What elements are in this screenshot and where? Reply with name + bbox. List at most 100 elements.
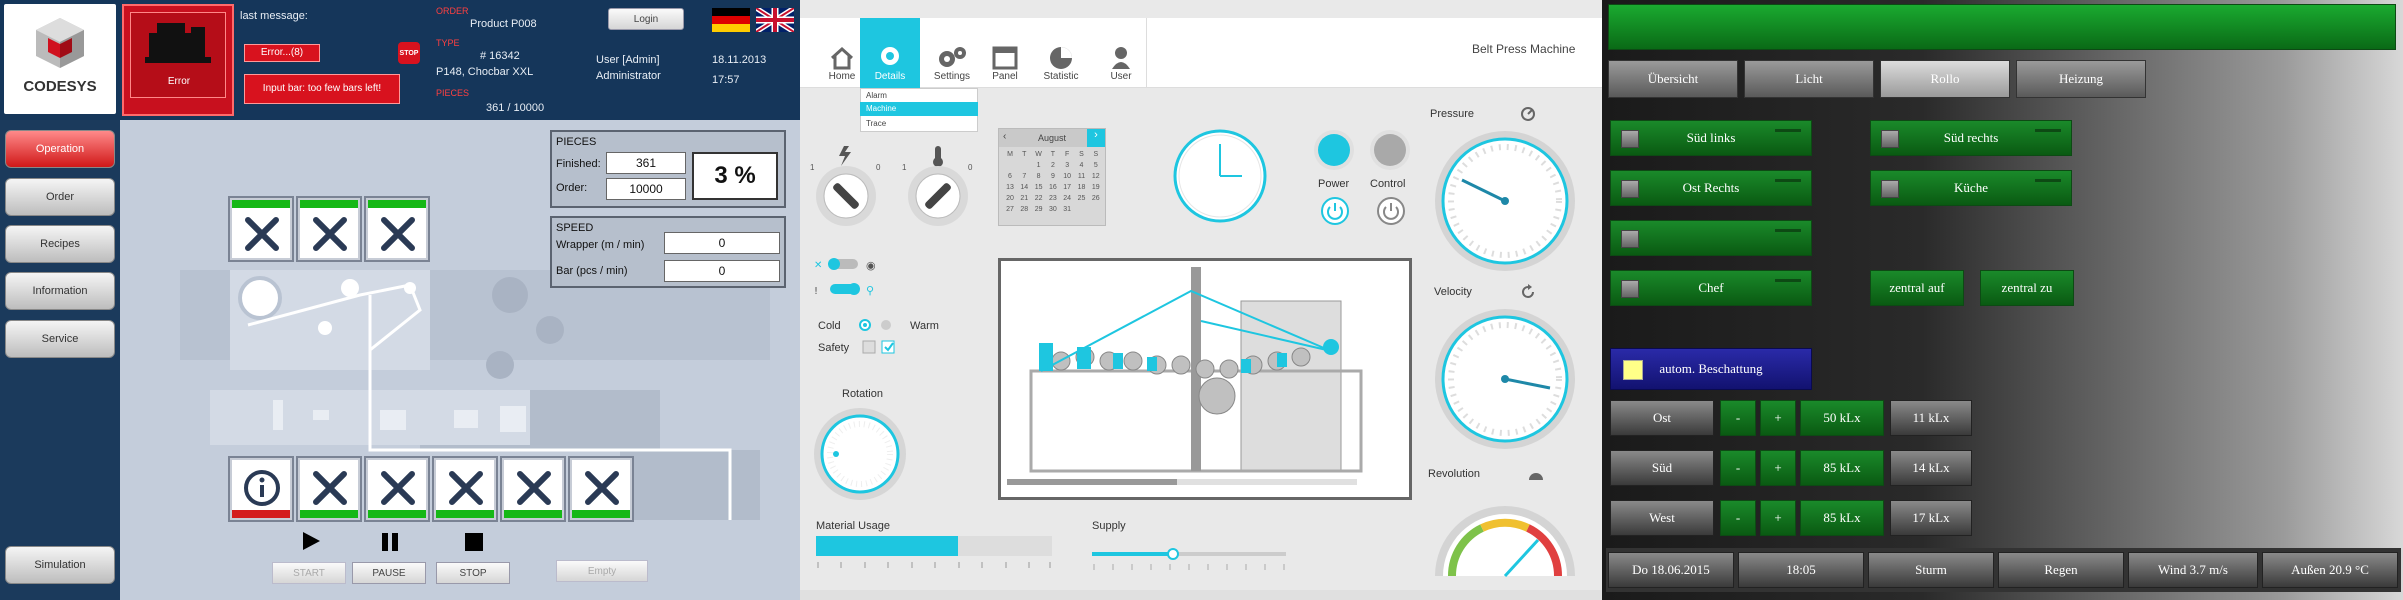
nav-panel[interactable]: Panel bbox=[975, 18, 1035, 88]
calendar-day[interactable]: 12 bbox=[1089, 173, 1103, 180]
dropdown-item-alarm[interactable]: Alarm bbox=[866, 89, 887, 103]
rollo-sued-links[interactable]: Süd links bbox=[1610, 120, 1812, 156]
stop-sign-icon[interactable]: STOP bbox=[398, 42, 420, 64]
calendar-day[interactable]: 3 bbox=[1060, 162, 1074, 169]
tool-button-1[interactable] bbox=[228, 196, 294, 262]
calendar-day[interactable]: 18 bbox=[1075, 184, 1089, 191]
calendar-day[interactable]: 17 bbox=[1060, 184, 1074, 191]
calendar-day[interactable]: 8 bbox=[1032, 173, 1046, 180]
clock-icon bbox=[1173, 129, 1267, 223]
stop-icon[interactable] bbox=[464, 532, 484, 552]
calendar-day[interactable]: 26 bbox=[1089, 195, 1103, 202]
sidebar-item-information[interactable]: Information bbox=[5, 272, 115, 310]
tab-uebersicht[interactable]: Übersicht bbox=[1608, 60, 1738, 98]
calendar-day[interactable]: 15 bbox=[1032, 184, 1046, 191]
error-indicator[interactable]: Error bbox=[122, 4, 234, 116]
calendar-next-icon[interactable]: › bbox=[1087, 129, 1105, 147]
simulation-button[interactable]: Simulation bbox=[5, 546, 115, 584]
dropdown-item-machine[interactable]: Machine bbox=[866, 102, 896, 116]
lightning-knob[interactable]: 1 0 bbox=[806, 140, 886, 230]
stop-button[interactable]: STOP bbox=[436, 562, 510, 584]
login-button[interactable]: Login bbox=[608, 8, 684, 30]
tool-button-5[interactable] bbox=[364, 456, 430, 522]
sidebar-item-service[interactable]: Service bbox=[5, 320, 115, 358]
calendar-day[interactable]: 19 bbox=[1089, 184, 1103, 191]
tool-button-3[interactable] bbox=[364, 196, 430, 262]
zentral-zu-button[interactable]: zentral zu bbox=[1980, 270, 2074, 306]
nav-statistic[interactable]: Statistic bbox=[1031, 18, 1091, 88]
checkbox-icon bbox=[1621, 180, 1639, 198]
tool-button-2[interactable] bbox=[296, 196, 362, 262]
tab-heizung[interactable]: Heizung bbox=[2016, 60, 2146, 98]
nav-details[interactable]: Details bbox=[860, 18, 920, 88]
rollo-sued-rechts[interactable]: Süd rechts bbox=[1870, 120, 2072, 156]
pause-button[interactable]: PAUSE bbox=[352, 562, 426, 584]
calendar-day[interactable]: 13 bbox=[1003, 184, 1017, 191]
dropdown-item-trace[interactable]: Trace bbox=[866, 117, 886, 131]
calendar-day[interactable]: 24 bbox=[1060, 195, 1074, 202]
rollo-chef[interactable]: Chef bbox=[1610, 270, 1812, 306]
sidebar-item-recipes[interactable]: Recipes bbox=[5, 225, 115, 263]
calendar-day[interactable]: 30 bbox=[1046, 206, 1060, 213]
calendar-day[interactable]: 28 bbox=[1017, 206, 1031, 213]
calendar-day[interactable]: 22 bbox=[1032, 195, 1046, 202]
calendar-day[interactable]: 9 bbox=[1046, 173, 1060, 180]
calendar-day[interactable]: 25 bbox=[1075, 195, 1089, 202]
calendar-day[interactable]: 23 bbox=[1046, 195, 1060, 202]
temperature-knob[interactable]: 1 0 bbox=[898, 140, 978, 230]
tool-button-6[interactable] bbox=[432, 456, 498, 522]
calendar-day[interactable]: 7 bbox=[1017, 173, 1031, 180]
zentral-auf-button[interactable]: zentral auf bbox=[1870, 270, 1964, 306]
calendar-day[interactable]: 11 bbox=[1075, 173, 1089, 180]
info-button[interactable] bbox=[228, 456, 294, 522]
tool-button-8[interactable] bbox=[568, 456, 634, 522]
calendar-day[interactable]: 2 bbox=[1046, 162, 1060, 169]
calendar-day[interactable]: 14 bbox=[1017, 184, 1031, 191]
sidebar-item-operation[interactable]: Operation bbox=[5, 130, 115, 168]
control-button-icon[interactable] bbox=[1376, 196, 1406, 226]
rollo-unnamed[interactable] bbox=[1610, 220, 1812, 256]
error-count-button[interactable]: Error...(8) bbox=[244, 44, 320, 62]
tool-button-4[interactable] bbox=[296, 456, 362, 522]
row-ost-minus[interactable]: - bbox=[1720, 400, 1756, 436]
row-west-minus[interactable]: - bbox=[1720, 500, 1756, 536]
supply-slider-handle[interactable] bbox=[1167, 548, 1180, 560]
empty-button[interactable]: Empty bbox=[556, 560, 648, 582]
power-button-icon[interactable] bbox=[1320, 196, 1350, 226]
calendar-day[interactable]: 5 bbox=[1089, 162, 1103, 169]
row-west-plus[interactable]: + bbox=[1760, 500, 1796, 536]
nav-settings[interactable]: Settings bbox=[922, 18, 982, 88]
tab-licht[interactable]: Licht bbox=[1744, 60, 1874, 98]
calendar-day[interactable]: 31 bbox=[1060, 206, 1074, 213]
calendar-day[interactable]: 4 bbox=[1075, 162, 1089, 169]
safety-checkboxes[interactable] bbox=[862, 340, 896, 354]
calendar-day[interactable]: 21 bbox=[1017, 195, 1031, 202]
calendar-day[interactable]: 10 bbox=[1060, 173, 1074, 180]
tab-rollo[interactable]: Rollo bbox=[1880, 60, 2010, 98]
uk-flag-icon[interactable] bbox=[756, 8, 794, 32]
german-flag-icon[interactable] bbox=[712, 8, 750, 32]
tool-button-7[interactable] bbox=[500, 456, 566, 522]
sidebar-item-order[interactable]: Order bbox=[5, 178, 115, 216]
calendar-day[interactable]: 16 bbox=[1046, 184, 1060, 191]
calendar-day[interactable]: 20 bbox=[1003, 195, 1017, 202]
nav-user[interactable]: User bbox=[1091, 18, 1151, 88]
supply-slider[interactable] bbox=[1092, 548, 1286, 560]
autom-beschattung-button[interactable]: autom. Beschattung bbox=[1610, 348, 1812, 390]
rollo-kueche[interactable]: Küche bbox=[1870, 170, 2072, 206]
calendar-day[interactable]: 29 bbox=[1032, 206, 1046, 213]
pause-icon[interactable] bbox=[380, 532, 400, 552]
calendar-day[interactable]: 1 bbox=[1032, 162, 1046, 169]
start-button[interactable]: START bbox=[272, 562, 346, 584]
cold-warm-radio[interactable] bbox=[858, 318, 898, 332]
rollo-sued-rechts-label: Süd rechts bbox=[1943, 130, 1999, 145]
row-ost-plus[interactable]: + bbox=[1760, 400, 1796, 436]
toggle-switches[interactable]: ✕ ◉ ! ⚲ bbox=[814, 256, 914, 300]
calendar-day[interactable]: 6 bbox=[1003, 173, 1017, 180]
row-sued-plus[interactable]: + bbox=[1760, 450, 1796, 486]
play-icon[interactable] bbox=[300, 530, 322, 552]
rotation-dial[interactable] bbox=[812, 406, 908, 502]
calendar-day[interactable]: 27 bbox=[1003, 206, 1017, 213]
row-sued-minus[interactable]: - bbox=[1720, 450, 1756, 486]
rollo-ost-rechts[interactable]: Ost Rechts bbox=[1610, 170, 1812, 206]
